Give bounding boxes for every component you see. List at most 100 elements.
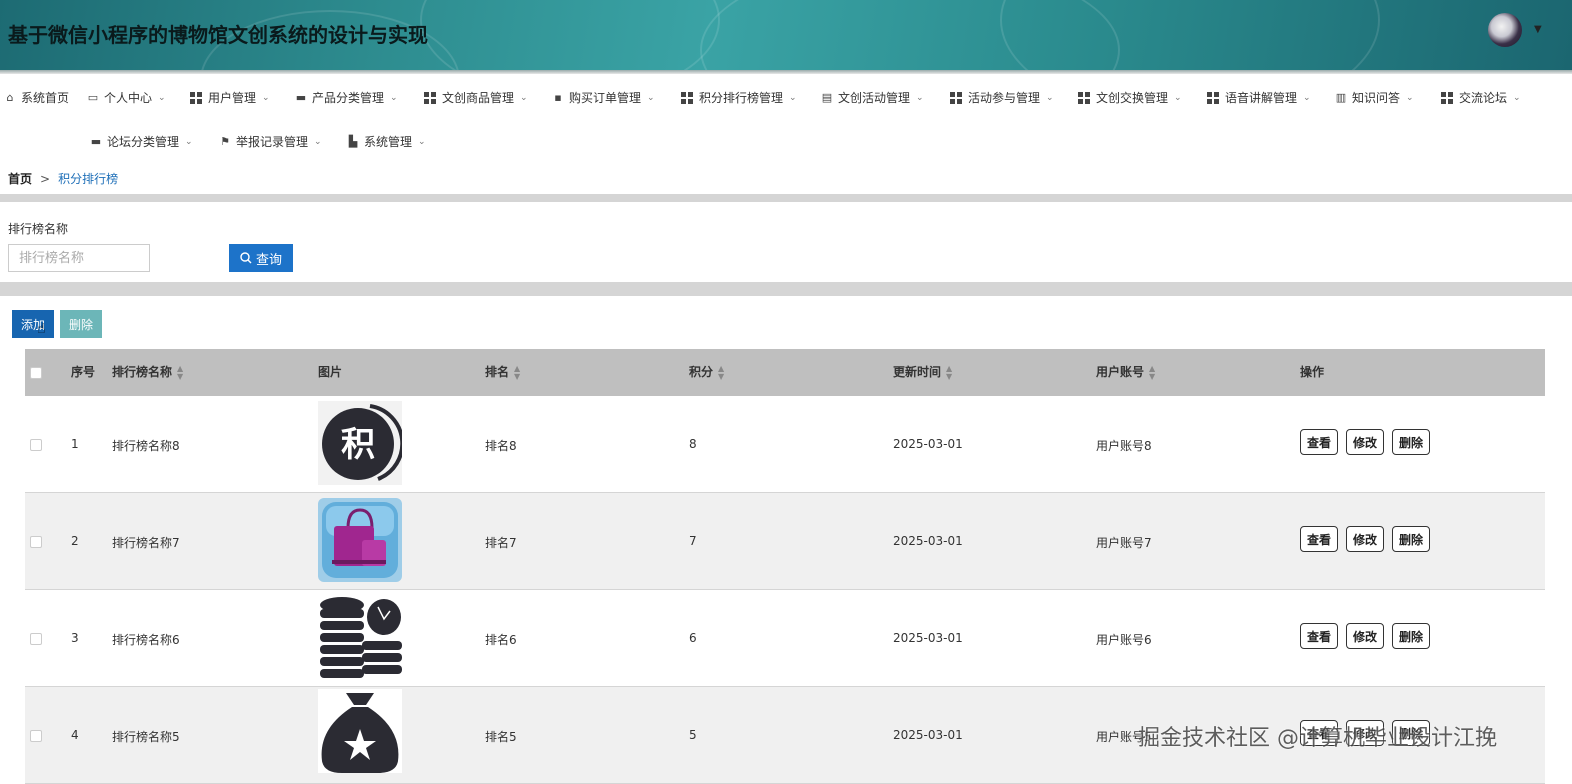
chevron-down-icon: ⌄	[916, 92, 924, 103]
nav-item-label: 举报记录管理	[236, 135, 309, 149]
nav-item-forum[interactable]: 交流论坛 ⌄	[1441, 89, 1521, 106]
cell-index: 2	[71, 534, 79, 548]
nav-item-system[interactable]: ▙ 系统管理 ⌄	[347, 133, 426, 150]
column-header-name[interactable]: 排行榜名称 ▲ ▼	[112, 349, 183, 396]
sort-icon[interactable]: ▲ ▼	[946, 364, 952, 381]
nav-item-exchange[interactable]: 文创交换管理 ⌄	[1078, 89, 1182, 106]
delete-button[interactable]: 删除	[1392, 429, 1431, 455]
cell-rank: 排名7	[485, 536, 517, 550]
nav-item-label: 文创交换管理	[1096, 91, 1169, 105]
cell-name: 排行榜名称8	[112, 439, 180, 453]
tools-icon: ▙	[348, 134, 358, 148]
cell-updated: 2025-03-01	[893, 534, 963, 548]
breadcrumb-current: 积分排行榜	[58, 172, 119, 186]
edit-button[interactable]: 修改	[1346, 526, 1385, 552]
row-checkbox[interactable]	[30, 536, 42, 548]
view-button[interactable]: 查看	[1300, 623, 1339, 649]
cell-account: 用户账号6	[1096, 633, 1152, 647]
cell-index: 3	[71, 631, 79, 645]
cell-rank: 排名8	[485, 439, 517, 453]
sort-icon[interactable]: ▲ ▼	[718, 364, 724, 381]
nav-item-profile[interactable]: ▭ 个人中心 ⌄	[87, 89, 166, 106]
search-label: 排行榜名称	[8, 222, 69, 236]
nav-item-label: 交流论坛	[1459, 91, 1508, 105]
cell-account: 用户账号7	[1096, 536, 1152, 550]
nav-item-label: 文创活动管理	[838, 91, 911, 105]
column-header-label: 积分	[689, 365, 714, 379]
row-checkbox[interactable]	[30, 439, 42, 451]
nav-item-participation[interactable]: 活动参与管理 ⌄	[950, 89, 1054, 106]
nav-item-qa[interactable]: ▥ 知识问答 ⌄	[1335, 89, 1414, 106]
chevron-down-icon: ⌄	[262, 92, 270, 103]
watermark: 掘金技术社区 @计算机毕业设计江挽	[1138, 726, 1497, 751]
nav-item-users[interactable]: 用户管理 ⌄	[190, 89, 270, 106]
breadcrumb-home[interactable]: 首页	[8, 172, 32, 186]
delete-button[interactable]: 删除	[1392, 526, 1431, 552]
nav-item-products[interactable]: 文创商品管理 ⌄	[424, 89, 528, 106]
chevron-down-icon: ⌄	[1406, 92, 1414, 103]
grid-icon	[1441, 91, 1453, 104]
chevron-down-icon: ⌄	[185, 136, 193, 147]
shopping-bag-image	[318, 498, 402, 582]
clipboard-icon: ▤	[821, 90, 833, 104]
cell-score: 5	[689, 728, 697, 742]
hand-cursor-icon: ☝	[37, 321, 46, 337]
nav-item-label: 知识问答	[1352, 91, 1401, 105]
column-header-score[interactable]: 积分 ▲ ▼	[689, 349, 724, 396]
column-header-label: 用户账号	[1096, 365, 1145, 379]
nav-item-product-category[interactable]: ▬ 产品分类管理 ⌄	[295, 89, 398, 106]
chevron-down-icon: ⌄	[158, 92, 166, 103]
cell-score: 7	[689, 534, 697, 548]
user-avatar[interactable]	[1488, 13, 1522, 47]
nav-item-label: 论坛分类管理	[107, 135, 180, 149]
edit-button[interactable]: 修改	[1346, 429, 1385, 455]
search-input[interactable]	[8, 244, 150, 272]
chevron-down-icon: ⌄	[314, 136, 322, 147]
briefcase-icon: ▪	[554, 90, 562, 104]
view-button[interactable]: 查看	[1300, 526, 1339, 552]
column-header-account[interactable]: 用户账号 ▲ ▼	[1096, 349, 1155, 396]
grid-icon	[424, 91, 436, 104]
chevron-down-icon: ⌄	[418, 136, 426, 147]
cell-rank: 排名5	[485, 730, 517, 744]
comment-icon: ▬	[295, 90, 307, 104]
row-checkbox[interactable]	[30, 730, 42, 742]
sort-icon[interactable]: ▲ ▼	[514, 364, 520, 381]
column-header-rank[interactable]: 排名 ▲ ▼	[485, 349, 520, 396]
coins-stack-image	[318, 595, 402, 679]
nav-item-label: 系统管理	[364, 135, 413, 149]
svg-text:积: 积	[341, 425, 375, 465]
view-button[interactable]: 查看	[1300, 429, 1339, 455]
nav-item-activities[interactable]: ▤ 文创活动管理 ⌄	[821, 89, 924, 106]
column-header-updated[interactable]: 更新时间 ▲ ▼	[893, 349, 952, 396]
app-header: 基于微信小程序的博物馆文创系统的设计与实现 ▼	[0, 0, 1572, 70]
nav-item-orders[interactable]: ▪ 购买订单管理 ⌄	[552, 89, 655, 106]
chevron-down-icon[interactable]: ▼	[1534, 24, 1542, 35]
add-button[interactable]: 添加	[12, 310, 54, 338]
chevron-down-icon: ⌄	[520, 92, 528, 103]
select-all-checkbox[interactable]	[30, 367, 42, 379]
delete-button[interactable]: 删除	[1392, 623, 1431, 649]
column-header-label: 更新时间	[893, 365, 942, 379]
chevron-down-icon: ⌄	[647, 92, 655, 103]
nav-item-forum-category[interactable]: ▬ 论坛分类管理 ⌄	[90, 133, 193, 150]
edit-button[interactable]: 修改	[1346, 623, 1385, 649]
nav-item-home[interactable]: ⌂ 系统首页	[4, 89, 70, 106]
section-divider	[0, 282, 1572, 296]
row-checkbox[interactable]	[30, 633, 42, 645]
search-button[interactable]: 查询	[229, 244, 293, 272]
cell-updated: 2025-03-01	[893, 728, 963, 742]
chevron-down-icon: ⌄	[1174, 92, 1182, 103]
cell-score: 6	[689, 631, 697, 645]
sort-icon[interactable]: ▲ ▼	[1149, 364, 1155, 381]
batch-delete-button[interactable]: 删除	[60, 310, 102, 338]
chevron-down-icon: ⌄	[390, 92, 398, 103]
search-icon	[240, 252, 252, 264]
table-header: 序号 排行榜名称 ▲ ▼ 图片 排名 ▲ ▼ 积分 ▲ ▼ 更新时间 ▲ ▼ 用户账号 ▲ ▼ 操作	[25, 349, 1545, 396]
home-icon: ⌂	[6, 90, 14, 104]
nav-item-reports[interactable]: ⚑ 举报记录管理 ⌄	[219, 133, 322, 150]
nav-item-leaderboard[interactable]: 积分排行榜管理 ⌄	[681, 89, 797, 106]
table-row: 2 排行榜名称7 排名7 7 2025-03-01 用户账号7 查看 修改 删除	[25, 493, 1545, 590]
nav-item-audio-guide[interactable]: 语音讲解管理 ⌄	[1207, 89, 1311, 106]
sort-icon[interactable]: ▲ ▼	[177, 364, 183, 381]
